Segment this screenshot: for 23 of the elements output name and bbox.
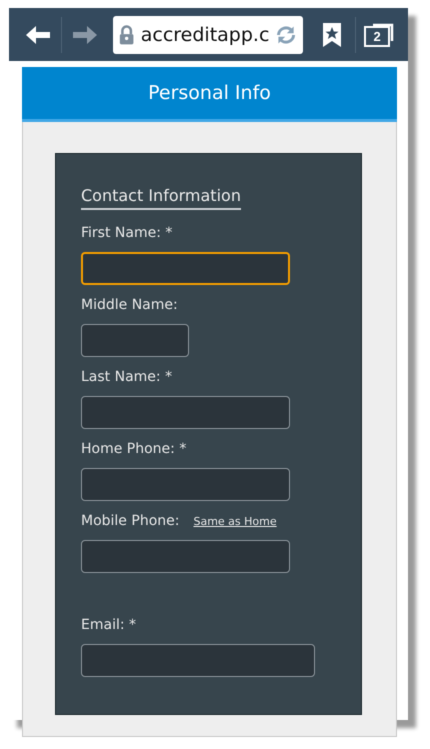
text-field[interactable] bbox=[81, 644, 315, 677]
lock-icon bbox=[119, 24, 135, 46]
tabs-button[interactable]: 2 bbox=[356, 8, 402, 61]
bookmark-star-icon bbox=[323, 22, 342, 46]
text-field[interactable] bbox=[81, 468, 290, 501]
page-title: Personal Info bbox=[148, 82, 271, 104]
forward-arrow-icon bbox=[72, 26, 97, 44]
field-label: Email: * bbox=[81, 617, 136, 633]
tab-count: 2 bbox=[364, 26, 390, 46]
address-bar[interactable]: accreditapp.c bbox=[113, 16, 304, 54]
field-label: First Name: * bbox=[81, 225, 172, 241]
field-label: Middle Name: bbox=[81, 297, 178, 313]
url-text: accreditapp.c bbox=[140, 24, 270, 46]
text-field[interactable] bbox=[81, 396, 290, 429]
field-label: Home Phone: * bbox=[81, 441, 186, 457]
text-field[interactable] bbox=[81, 252, 290, 285]
text-field[interactable] bbox=[81, 540, 290, 573]
section-title: Contact Information bbox=[81, 186, 241, 210]
text-field[interactable] bbox=[81, 324, 189, 357]
field-label: Last Name: * bbox=[81, 369, 172, 385]
field-label: Mobile Phone: bbox=[81, 513, 180, 529]
back-arrow-icon bbox=[26, 26, 50, 44]
same-as-home-link[interactable]: Same as Home bbox=[193, 514, 277, 528]
